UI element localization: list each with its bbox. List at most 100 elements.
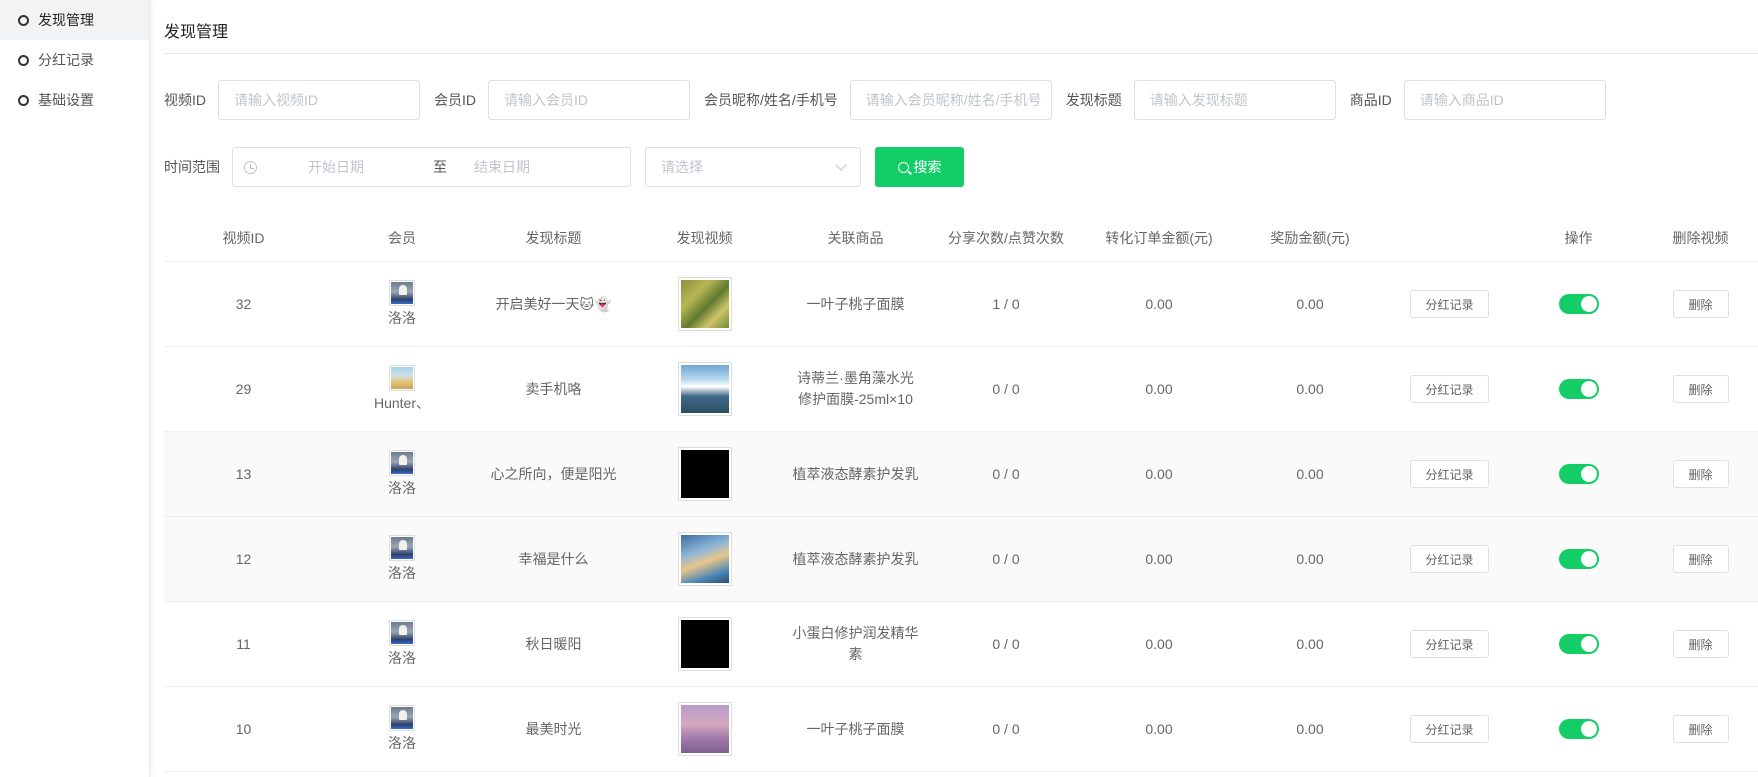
cell-delete: 删除 [1644, 290, 1757, 318]
cell-video-id: 10 [235, 721, 252, 737]
date-range-picker[interactable]: 开始日期 至 结束日期 [232, 147, 631, 187]
cell-operation [1513, 634, 1644, 654]
cell-member: 洛洛 [323, 450, 481, 498]
filter-row-1: 视频ID 请输入视频ID 会员ID 请输入会员ID 会员昵称/姓名/手机号 请输… [164, 80, 1620, 120]
goods-id-input[interactable]: 请输入商品ID [1403, 80, 1606, 120]
member-name: 洛洛 [388, 735, 416, 751]
title-input[interactable]: 请输入发现标题 [1133, 80, 1336, 120]
member-id-input[interactable]: 请输入会员ID [488, 80, 690, 120]
start-date-input[interactable]: 开始日期 [308, 157, 420, 177]
header-video: 发现视频 [676, 230, 733, 246]
title-label: 发现标题 [1065, 92, 1122, 108]
video-thumbnail[interactable] [677, 362, 732, 416]
circle-icon [18, 54, 29, 66]
cell-delete: 删除 [1644, 545, 1757, 573]
status-select[interactable]: 请选择 [645, 147, 861, 187]
goods-id-label: 商品ID [1349, 92, 1392, 108]
cell-video [626, 362, 783, 416]
cell-title: 卖手机咯 [525, 381, 582, 397]
cell-video-id: 29 [235, 381, 252, 397]
cell-reward: 0.00 [1296, 551, 1324, 567]
status-toggle[interactable] [1558, 719, 1599, 739]
cell-goods: 植萃液态酵素护发乳 [792, 550, 919, 567]
circle-icon [18, 94, 29, 106]
video-thumbnail[interactable] [677, 532, 732, 586]
cell-title: 秋日暖阳 [525, 636, 582, 652]
member-name: 洛洛 [388, 650, 416, 666]
member-id-label: 会员ID [434, 92, 476, 108]
cell-video-id: 11 [236, 636, 251, 652]
delete-button[interactable]: 删除 [1672, 290, 1729, 318]
header-goods: 关联商品 [827, 230, 884, 246]
delete-button[interactable]: 删除 [1672, 460, 1729, 488]
member-info-label: 会员昵称/姓名/手机号 [704, 92, 838, 108]
video-table: 视频ID 会员 发现标题 发现视频 关联商品 分享次数/点赞次数 转化订单金额(… [164, 215, 1758, 772]
delete-button[interactable]: 删除 [1672, 375, 1729, 403]
cell-member: 洛洛 [323, 535, 481, 583]
dividend-record-button[interactable]: 分红记录 [1410, 460, 1489, 488]
clock-icon [244, 160, 257, 174]
status-toggle[interactable] [1558, 634, 1599, 654]
video-thumbnail[interactable] [677, 277, 732, 331]
video-thumbnail[interactable] [677, 447, 732, 501]
search-button[interactable]: 搜索 [875, 147, 964, 187]
table-row: 10 洛洛 最美时光 一叶子桃子面膜 0 / 0 0.00 0.00 分红记录 … [164, 687, 1758, 772]
sidebar-item-discovery[interactable]: 发现管理 [0, 0, 149, 40]
delete-button[interactable]: 删除 [1672, 715, 1729, 743]
video-id-input[interactable]: 请输入视频ID [218, 80, 420, 120]
main-content: 发现管理 视频ID 请输入视频ID 会员ID 请输入会员ID 会员昵称/姓名/手… [164, 0, 1758, 777]
cell-goods: 植萃液态酵素护发乳 [792, 465, 919, 482]
status-toggle[interactable] [1558, 294, 1599, 314]
cell-counts: 0 / 0 [992, 721, 1020, 737]
table-header: 视频ID 会员 发现标题 发现视频 关联商品 分享次数/点赞次数 转化订单金额(… [164, 215, 1758, 262]
cell-member: Hunter、 [323, 365, 481, 413]
cell-title: 心之所向，便是阳光 [490, 466, 617, 482]
cell-goods: 一叶子桃子面膜 [806, 720, 905, 737]
cell-member: 洛洛 [323, 280, 481, 328]
video-thumbnail[interactable] [677, 702, 732, 756]
dividend-record-button[interactable]: 分红记录 [1410, 715, 1489, 743]
header-operation: 操作 [1564, 230, 1593, 246]
cell-record: 分红记录 [1386, 290, 1513, 318]
header-title: 发现标题 [525, 230, 582, 246]
dividend-record-button[interactable]: 分红记录 [1410, 630, 1489, 658]
header-counts: 分享次数/点赞次数 [948, 230, 1064, 246]
sidebar-item-label: 基础设置 [38, 92, 94, 108]
dividend-record-button[interactable]: 分红记录 [1410, 290, 1489, 318]
select-placeholder: 请选择 [661, 159, 703, 175]
filter-row-2: 时间范围 开始日期 至 结束日期 请选择 搜索 [164, 147, 964, 187]
title-text: 开启美好一天🐱👻 [495, 297, 612, 313]
cell-delete: 删除 [1644, 375, 1757, 403]
status-toggle[interactable] [1558, 379, 1599, 399]
sidebar-item-dividend-records[interactable]: 分红记录 [0, 40, 149, 80]
cell-delete: 删除 [1644, 630, 1757, 658]
cell-record: 分红记录 [1386, 630, 1513, 658]
dividend-record-button[interactable]: 分红记录 [1410, 545, 1489, 573]
member-info-input[interactable]: 请输入会员昵称/姓名/手机号 [849, 80, 1052, 120]
sidebar-item-basic-settings[interactable]: 基础设置 [0, 80, 149, 120]
status-toggle[interactable] [1558, 549, 1599, 569]
cell-order-amount: 0.00 [1145, 381, 1173, 397]
cell-operation [1513, 464, 1644, 484]
video-thumbnail[interactable] [677, 617, 732, 671]
dividend-record-button[interactable]: 分红记录 [1410, 375, 1489, 403]
delete-button[interactable]: 删除 [1672, 545, 1729, 573]
cell-order-amount: 0.00 [1145, 551, 1173, 567]
cell-operation [1513, 719, 1644, 739]
cell-goods: 一叶子桃子面膜 [806, 295, 905, 312]
cell-title: 开启美好一天🐱👻 [481, 294, 626, 314]
search-button-label: 搜索 [913, 159, 942, 175]
avatar [389, 620, 415, 646]
cell-reward: 0.00 [1296, 296, 1324, 312]
table-row: 12 洛洛 幸福是什么 植萃液态酵素护发乳 0 / 0 0.00 0.00 分红… [164, 517, 1758, 602]
status-toggle[interactable] [1558, 464, 1599, 484]
cell-order-amount: 0.00 [1145, 721, 1173, 737]
sidebar-item-label: 发现管理 [38, 12, 94, 28]
member-name: 洛洛 [388, 310, 416, 326]
cell-video-id: 13 [235, 466, 252, 482]
delete-button[interactable]: 删除 [1672, 630, 1729, 658]
cell-member: 洛洛 [323, 620, 481, 668]
cell-delete: 删除 [1644, 715, 1757, 743]
end-date-input[interactable]: 结束日期 [474, 157, 530, 177]
divider [164, 53, 1758, 54]
